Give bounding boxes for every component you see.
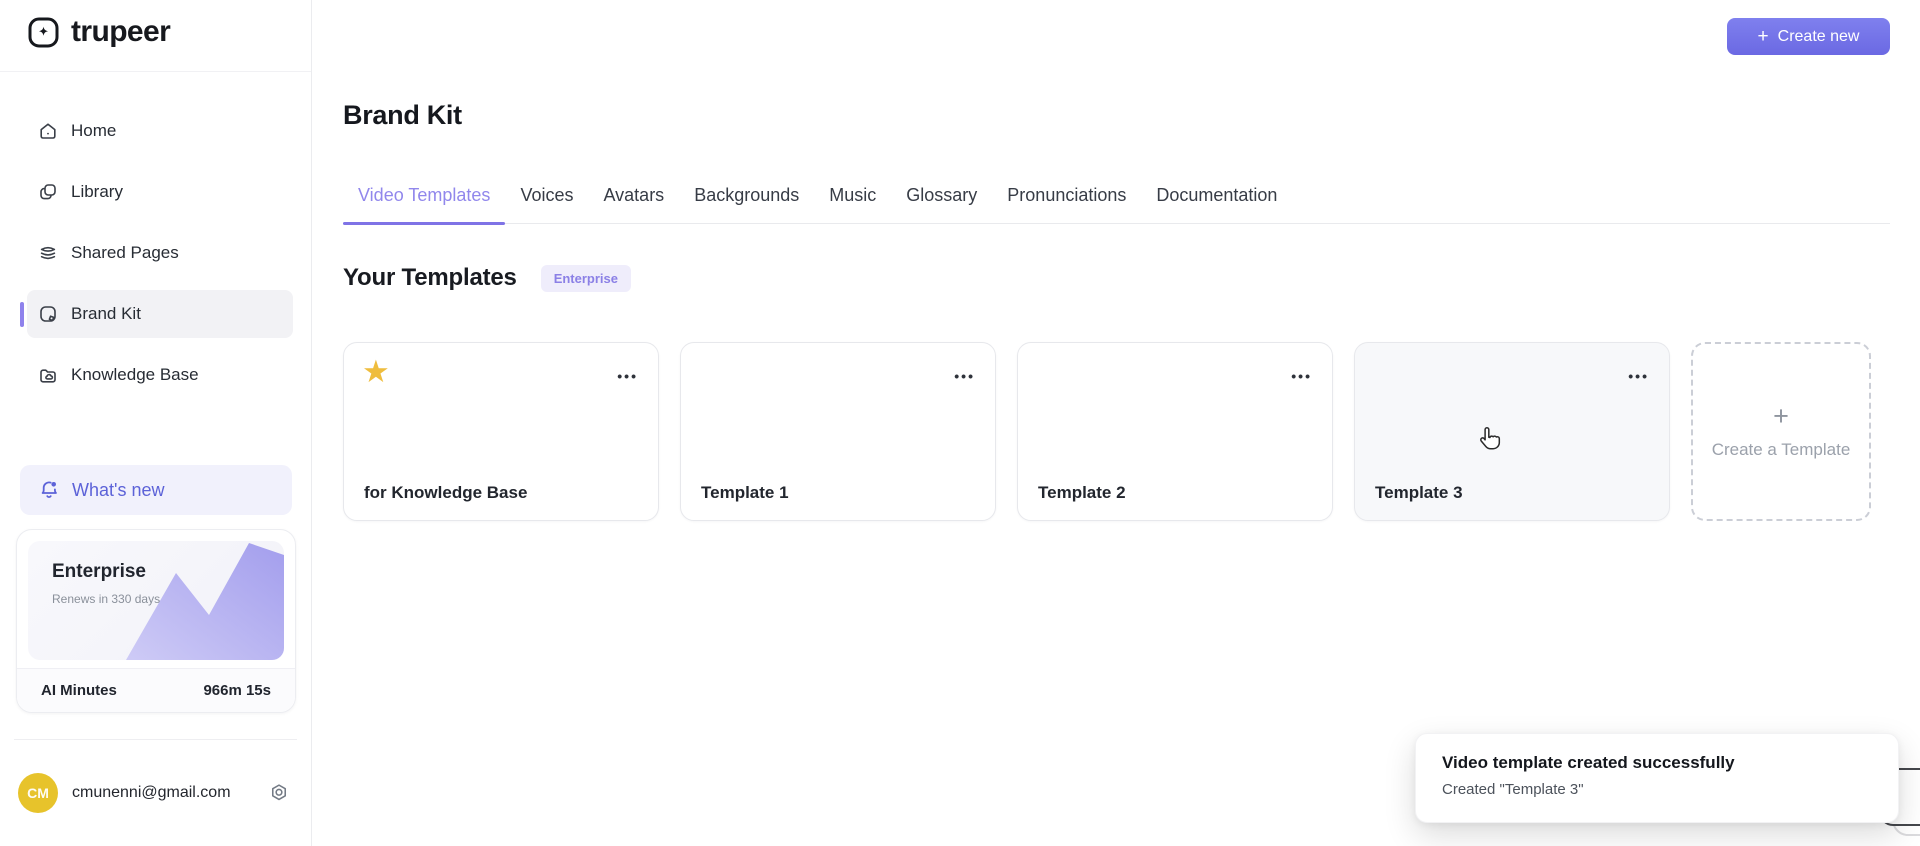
sidebar-item-brand-kit[interactable]: Brand Kit [20,290,293,338]
toast-message: Created "Template 3" [1442,781,1584,798]
tab-video-templates[interactable]: Video Templates [343,177,506,225]
tab-documentation[interactable]: Documentation [1141,177,1292,223]
sidebar: trupeer Home Library Shared Pages Brand … [0,0,312,846]
trupeer-logo-icon [27,16,60,49]
card-menu-button[interactable]: ••• [1628,369,1649,383]
card-menu-button[interactable]: ••• [617,369,638,383]
create-template-card[interactable]: + Create a Template [1691,342,1871,521]
template-name: for Knowledge Base [364,483,528,502]
library-icon [40,184,56,200]
create-new-label: Create new [1777,27,1860,45]
plus-icon: + [1773,401,1789,431]
sidebar-item-label: Library [71,182,123,201]
whats-new-label: What's new [72,479,165,500]
template-name: Template 1 [701,483,789,502]
card-menu-button[interactable]: ••• [1291,369,1312,383]
tab-backgrounds[interactable]: Backgrounds [679,177,814,223]
usage-value: 966m 15s [203,682,271,699]
plan-usage-row: AI Minutes 966m 15s [17,668,295,712]
sidebar-item-shared-pages[interactable]: Shared Pages [27,229,293,277]
active-indicator-bar [20,302,24,327]
toast-notification: Video template created successfully Crea… [1415,733,1899,823]
account-row: CM cmunenni@gmail.com [18,772,294,814]
home-icon [40,123,56,139]
sidebar-item-label: Knowledge Base [71,365,199,384]
bell-icon [41,481,57,499]
sidebar-divider [0,71,311,72]
usage-chart: Enterprise Renews in 330 days [28,541,284,660]
sidebar-item-home[interactable]: Home [27,107,293,155]
template-name: Template 2 [1038,483,1126,502]
brand-kit-icon [40,306,56,322]
tab-glossary[interactable]: Glossary [891,177,992,223]
app-logo[interactable]: trupeer [27,15,171,49]
shared-pages-icon [40,246,56,260]
template-card-template-2[interactable]: ••• Template 2 [1017,342,1333,521]
knowledge-base-icon [40,369,56,383]
tab-music[interactable]: Music [814,177,891,223]
toast-title: Video template created successfully [1442,753,1735,772]
sidebar-nav: Home Library Shared Pages Brand Kit Know… [20,107,293,412]
plus-icon: + [1757,26,1769,47]
sidebar-item-library[interactable]: Library [27,168,293,216]
app-name: trupeer [71,15,171,48]
plan-renewal-note: Renews in 330 days [52,592,161,606]
card-menu-button[interactable]: ••• [954,369,975,383]
sidebar-item-knowledge-base[interactable]: Knowledge Base [27,351,293,399]
tab-bar: Video Templates Voices Avatars Backgroun… [343,177,1890,225]
usage-label: AI Minutes [41,682,117,699]
settings-button[interactable] [268,782,290,804]
template-card-for-knowledge-base[interactable]: ★ ••• for Knowledge Base [343,342,659,521]
tab-pronunciations[interactable]: Pronunciations [992,177,1141,223]
whats-new-button[interactable]: What's new [20,465,292,515]
star-icon[interactable]: ★ [362,353,390,390]
plan-card: Enterprise Renews in 330 days AI Minutes… [16,529,296,713]
create-new-button[interactable]: + Create new [1727,18,1890,55]
account-email: cmunenni@gmail.com [72,784,231,801]
plan-badge: Enterprise [540,264,631,292]
sidebar-item-label: Brand Kit [71,304,141,323]
page-title: Brand Kit [343,100,462,130]
section-title: Your Templates [343,264,517,291]
gear-icon [271,784,287,801]
account-divider [14,739,297,740]
plan-name: Enterprise [52,561,146,582]
create-template-label: Create a Template [1711,440,1851,459]
template-card-template-3[interactable]: ••• Template 3 [1354,342,1670,521]
template-card-template-1[interactable]: ••• Template 1 [680,342,996,521]
template-name: Template 3 [1375,483,1463,502]
sidebar-item-label: Home [71,121,117,140]
avatar[interactable]: CM [18,773,58,813]
section-header: Your Templates Enterprise [343,264,631,292]
tab-voices[interactable]: Voices [505,177,588,223]
sidebar-item-label: Shared Pages [71,243,179,262]
tab-avatars[interactable]: Avatars [588,177,679,223]
template-cards: ★ ••• for Knowledge Base ••• Template 1 … [343,342,1871,521]
